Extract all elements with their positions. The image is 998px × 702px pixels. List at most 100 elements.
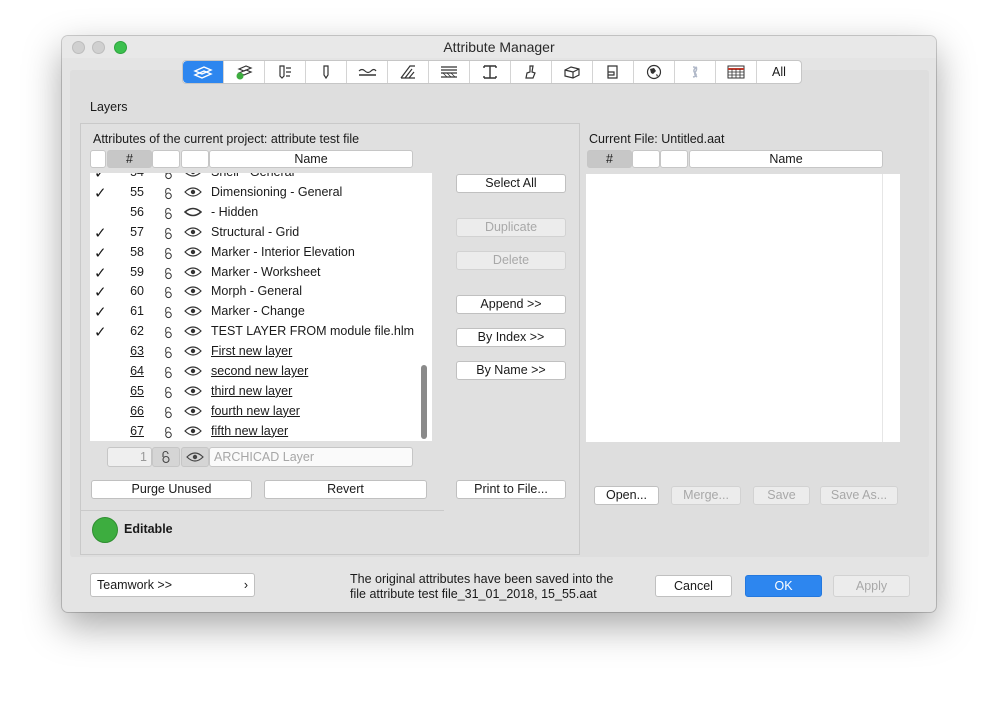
layer-visibility-toggle[interactable] (184, 186, 202, 201)
append-button[interactable]: Append >> (456, 295, 566, 314)
layer-row[interactable]: ✓ 55 Dimensioning - General (90, 183, 432, 203)
layer-lock-toggle[interactable] (162, 207, 175, 223)
layer-lock-toggle[interactable] (162, 386, 175, 402)
layer-name-field[interactable]: ARCHICAD Layer (209, 447, 413, 467)
layer-visibility-toggle[interactable] (184, 405, 202, 420)
by-index-button[interactable]: By Index >> (456, 328, 566, 347)
layer-row[interactable]: 64 second new layer (90, 362, 432, 382)
tab-layers[interactable] (183, 61, 224, 83)
layer-index-field[interactable]: 1 (107, 447, 152, 467)
layer-row[interactable]: ✓ 59 Marker - Worksheet (90, 263, 432, 283)
tab-pen-sets[interactable] (306, 61, 347, 83)
layer-visibility-toggle[interactable] (184, 226, 202, 241)
layer-list[interactable]: ✓ 54 Shell - General ✓ 55 Dimensioning - Gene… (90, 173, 432, 441)
layer-lock-toggle[interactable] (162, 366, 175, 382)
layer-row[interactable]: ✓ 54 Shell - General (90, 173, 432, 183)
layer-row[interactable]: ✓ 57 Structural - Grid (90, 223, 432, 243)
layer-lock-toggle[interactable] (162, 306, 175, 322)
save-as-button[interactable]: Save As... (820, 486, 898, 505)
tab-surfaces[interactable] (511, 61, 552, 83)
column-header-lock[interactable] (152, 150, 180, 168)
layer-check-icon[interactable]: ✓ (94, 264, 107, 282)
layer-lock-toggle[interactable] (162, 267, 175, 283)
layer-lock-toggle[interactable] (162, 326, 175, 342)
delete-button[interactable]: Delete (456, 251, 566, 270)
layer-check-icon[interactable]: ✓ (94, 224, 107, 242)
right-column-header-lock[interactable] (632, 150, 660, 168)
open-button[interactable]: Open... (594, 486, 659, 505)
tab-markup-styles[interactable] (716, 61, 757, 83)
layer-visibility-toggle[interactable] (184, 266, 202, 281)
tab-fill-types[interactable] (388, 61, 429, 83)
layer-lock-toggle[interactable] (162, 346, 175, 362)
layer-lock-toggle[interactable] (162, 187, 175, 203)
purge-unused-button[interactable]: Purge Unused (91, 480, 252, 499)
layer-visibility-toggle[interactable] (184, 305, 202, 320)
layer-list-scrollbar[interactable] (421, 365, 427, 439)
layer-check-icon[interactable]: ✓ (94, 283, 107, 301)
column-header-name[interactable]: Name (209, 150, 413, 168)
layer-row[interactable]: 67 fifth new layer (90, 422, 432, 441)
tab-all[interactable]: All (757, 61, 801, 83)
layer-lock-toggle[interactable] (162, 286, 175, 302)
layer-lock-toggle[interactable] (162, 406, 175, 422)
layer-lock-toggle[interactable] (162, 426, 175, 441)
cancel-button[interactable]: Cancel (655, 575, 732, 597)
edit-lock-toggle[interactable] (152, 447, 180, 467)
tab-pens-colors[interactable] (265, 61, 306, 83)
layer-check-icon[interactable]: ✓ (94, 244, 107, 262)
layer-check-icon[interactable]: ✓ (94, 184, 107, 202)
tab-mep-systems[interactable] (634, 61, 675, 83)
ok-button[interactable]: OK (745, 575, 822, 597)
layer-row[interactable]: ✓ 62 TEST LAYER FROM module file.hlm (90, 322, 432, 342)
column-header-num[interactable]: # (107, 150, 152, 168)
apply-button[interactable]: Apply (833, 575, 910, 597)
right-column-header-visibility[interactable] (660, 150, 688, 168)
edit-visibility-toggle[interactable] (181, 447, 209, 467)
tab-profiles[interactable] (470, 61, 511, 83)
layer-visibility-toggle[interactable] (184, 325, 202, 340)
layer-row[interactable]: 63 First new layer (90, 342, 432, 362)
tab-composites[interactable] (429, 61, 470, 83)
layer-row[interactable]: ✓ 60 Morph - General (90, 282, 432, 302)
layer-lock-toggle[interactable] (162, 247, 175, 263)
layer-visibility-toggle[interactable] (184, 246, 202, 261)
by-name-button[interactable]: By Name >> (456, 361, 566, 380)
revert-button[interactable]: Revert (264, 480, 427, 499)
layer-visibility-toggle[interactable] (184, 345, 202, 360)
layer-row[interactable]: ✓ 61 Marker - Change (90, 302, 432, 322)
layer-lock-toggle[interactable] (162, 173, 175, 183)
layer-check-icon[interactable]: ✓ (94, 323, 107, 341)
layer-row[interactable]: 65 third new layer (90, 382, 432, 402)
tab-building-materials[interactable] (552, 61, 593, 83)
tab-operation-profiles[interactable] (675, 61, 716, 83)
layer-check-icon[interactable]: ✓ (94, 303, 107, 321)
layer-row[interactable]: 56 - Hidden (90, 203, 432, 223)
layer-visibility-toggle[interactable] (184, 425, 202, 440)
layer-visibility-toggle[interactable] (184, 173, 202, 181)
layer-visibility-toggle[interactable] (184, 385, 202, 400)
print-to-file-button[interactable]: Print to File... (456, 480, 566, 499)
teamwork-button[interactable]: Teamwork >> › (90, 573, 255, 597)
layer-lock-toggle[interactable] (162, 227, 175, 243)
file-attribute-list[interactable] (586, 174, 900, 442)
column-header-visibility[interactable] (181, 150, 209, 168)
layer-check-icon[interactable]: ✓ (94, 173, 107, 182)
column-header-check[interactable] (90, 150, 106, 168)
right-column-header-name[interactable]: Name (689, 150, 883, 168)
tab-zone-categories[interactable] (593, 61, 634, 83)
save-button[interactable]: Save (753, 486, 810, 505)
select-all-button[interactable]: Select All (456, 174, 566, 193)
lock-open-icon (165, 227, 172, 239)
layer-visibility-toggle[interactable] (184, 365, 202, 380)
layer-visibility-toggle[interactable] (183, 206, 203, 221)
merge-button[interactable]: Merge... (671, 486, 741, 505)
layer-row[interactable]: 66 fourth new layer (90, 402, 432, 422)
duplicate-button[interactable]: Duplicate (456, 218, 566, 237)
tab-layer-combinations[interactable] (224, 61, 265, 83)
layer-index: 55 (130, 184, 144, 199)
tab-line-types[interactable] (347, 61, 388, 83)
layer-row[interactable]: ✓ 58 Marker - Interior Elevation (90, 243, 432, 263)
layer-visibility-toggle[interactable] (184, 285, 202, 300)
right-column-header-num[interactable]: # (587, 150, 632, 168)
